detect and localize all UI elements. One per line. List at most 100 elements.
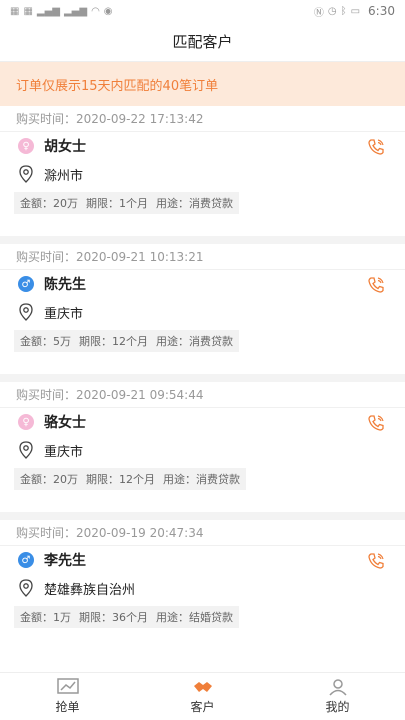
purchase-time-label: 购买时间： <box>16 388 77 402</box>
loan-amount-value: 20万 <box>53 473 78 486</box>
nav-item-mine[interactable]: 我的 <box>270 673 405 720</box>
location-pin-icon <box>19 579 33 597</box>
sim-icon: ▦ <box>10 5 20 17</box>
card-separator <box>0 236 405 244</box>
purchase-time-label: 购买时间： <box>16 112 77 126</box>
customer-location-row: 重庆市 <box>0 436 405 464</box>
title-bar: 匹配客户 <box>0 22 405 62</box>
order-card[interactable]: 购买时间： 2020-09-21 10:13:21 ♂ 陈先生 重庆市 金额：5… <box>0 244 405 374</box>
loan-detail-row: 金额：20万 期限：1个月 用途：消费贷款 <box>0 188 405 218</box>
bluetooth-icon: ᛒ <box>340 5 347 17</box>
loan-detail-row: 金额：1万 期限：36个月 用途：结婚贷款 <box>0 602 405 632</box>
purchase-time-value: 2020-09-21 09:54:44 <box>76 387 204 402</box>
customer-city: 滁州市 <box>44 168 84 184</box>
customer-location-row: 楚雄彝族自治州 <box>0 574 405 602</box>
phone-icon[interactable] <box>367 138 385 156</box>
customer-city: 重庆市 <box>44 444 84 460</box>
loan-purpose: 用途：结婚贷款 <box>156 609 233 625</box>
location-pin-icon <box>19 165 33 183</box>
loan-term-label: 期限： <box>79 611 112 624</box>
card-separator <box>0 512 405 520</box>
card-separator <box>0 374 405 382</box>
loan-amount: 金额：5万 <box>20 333 71 349</box>
loan-amount-label: 金额： <box>20 473 53 486</box>
purchase-time-value: 2020-09-21 10:13:21 <box>76 249 204 264</box>
loan-purpose: 用途：消费贷款 <box>156 195 233 211</box>
nav-label-customers: 客户 <box>190 700 215 714</box>
order-list: 购买时间： 2020-09-22 17:13:42 ♀ 胡女士 滁州市 金额：2… <box>0 106 405 650</box>
loan-term: 期限：1个月 <box>86 195 148 211</box>
handshake-icon <box>193 682 212 692</box>
loan-purpose-label: 用途： <box>156 335 189 348</box>
loan-amount-value: 1万 <box>53 611 71 624</box>
signal-icon-2: ▂▄▆ <box>63 5 88 17</box>
purchase-time-value: 2020-09-22 17:13:42 <box>76 111 204 126</box>
loan-purpose: 用途：消费贷款 <box>156 333 233 349</box>
loan-term-value: 1个月 <box>119 197 148 210</box>
loan-term: 期限：12个月 <box>86 471 155 487</box>
order-card[interactable]: 购买时间： 2020-09-19 20:47:34 ♂ 李先生 楚雄彝族自治州 … <box>0 520 405 650</box>
loan-purpose: 用途：消费贷款 <box>163 471 240 487</box>
loan-purpose-value: 消费贷款 <box>196 473 240 486</box>
customer-name-row: ♀ 骆女士 <box>0 408 405 436</box>
notice-text: 订单仅展示15天内匹配的40笔订单 <box>16 78 219 94</box>
male-icon: ♂ <box>18 276 34 292</box>
eye-icon: ◉ <box>103 5 113 17</box>
user-icon <box>328 679 347 696</box>
bottom-nav: 抢单 客户 我的 <box>0 672 405 720</box>
loan-term-label: 期限： <box>86 473 119 486</box>
status-left: ▦ ▦ ▂▄▆ ▂▄▆ ◠ ◉ <box>10 6 113 17</box>
location-pin-icon <box>19 441 33 459</box>
female-icon: ♀ <box>18 138 34 154</box>
loan-amount-label: 金额： <box>20 335 53 348</box>
phone-icon[interactable] <box>367 414 385 432</box>
loan-detail-row: 金额：5万 期限：12个月 用途：消费贷款 <box>0 326 405 356</box>
phone-icon[interactable] <box>367 552 385 570</box>
nav-item-customers[interactable]: 客户 <box>135 673 270 720</box>
loan-term-label: 期限： <box>86 197 119 210</box>
loan-amount: 金额：20万 <box>20 195 78 211</box>
purchase-time-label: 购买时间： <box>16 526 77 540</box>
loan-purpose-label: 用途： <box>156 611 189 624</box>
nav-label-grab-orders: 抢单 <box>55 700 80 714</box>
status-right: Ⓝ ◷ ᛒ ▭ 6:30 <box>314 4 395 19</box>
loan-purpose-value: 消费贷款 <box>189 197 233 210</box>
status-bar: ▦ ▦ ▂▄▆ ▂▄▆ ◠ ◉ Ⓝ ◷ ᛒ ▭ 6:30 <box>0 0 405 22</box>
loan-purpose-label: 用途： <box>163 473 196 486</box>
wifi-icon: ◠ <box>91 5 100 17</box>
loan-amount-label: 金额： <box>20 197 53 210</box>
customer-city: 楚雄彝族自治州 <box>44 582 136 598</box>
nav-label-mine: 我的 <box>325 700 350 714</box>
loan-term-value: 12个月 <box>112 335 148 348</box>
order-card[interactable]: 购买时间： 2020-09-21 09:54:44 ♀ 骆女士 重庆市 金额：2… <box>0 382 405 512</box>
loan-term: 期限：36个月 <box>79 609 148 625</box>
phone-icon[interactable] <box>367 276 385 294</box>
loan-amount-label: 金额： <box>20 611 53 624</box>
loan-term-label: 期限： <box>79 335 112 348</box>
customer-name: 李先生 <box>44 553 86 569</box>
customer-name: 胡女士 <box>44 139 86 155</box>
loan-detail-chip: 金额：20万 期限：12个月 用途：消费贷款 <box>14 468 246 490</box>
customer-name: 陈先生 <box>44 277 86 293</box>
nav-item-grab-orders[interactable]: 抢单 <box>0 673 135 720</box>
purchase-time-value: 2020-09-19 20:47:34 <box>76 525 204 540</box>
chart-icon <box>56 678 79 694</box>
customer-city: 重庆市 <box>44 306 84 322</box>
loan-amount-value: 20万 <box>53 197 78 210</box>
purchase-time: 购买时间： 2020-09-21 10:13:21 <box>0 244 405 270</box>
signal-icon: ▂▄▆ <box>36 5 60 17</box>
battery-icon: ▭ <box>350 5 361 17</box>
customer-name-row: ♂ 陈先生 <box>0 270 405 298</box>
status-time: 6:30 <box>368 4 395 18</box>
loan-amount-value: 5万 <box>53 335 71 348</box>
loan-purpose-label: 用途： <box>156 197 189 210</box>
customer-name: 骆女士 <box>44 415 86 431</box>
customer-location-row: 重庆市 <box>0 298 405 326</box>
female-icon: ♀ <box>18 414 34 430</box>
loan-detail-chip: 金额：5万 期限：12个月 用途：消费贷款 <box>14 330 239 352</box>
order-card[interactable]: 购买时间： 2020-09-22 17:13:42 ♀ 胡女士 滁州市 金额：2… <box>0 106 405 236</box>
alarm-icon: ◷ <box>327 5 337 17</box>
loan-term-value: 12个月 <box>119 473 155 486</box>
purchase-time: 购买时间： 2020-09-22 17:13:42 <box>0 106 405 132</box>
loan-term-value: 36个月 <box>112 611 148 624</box>
